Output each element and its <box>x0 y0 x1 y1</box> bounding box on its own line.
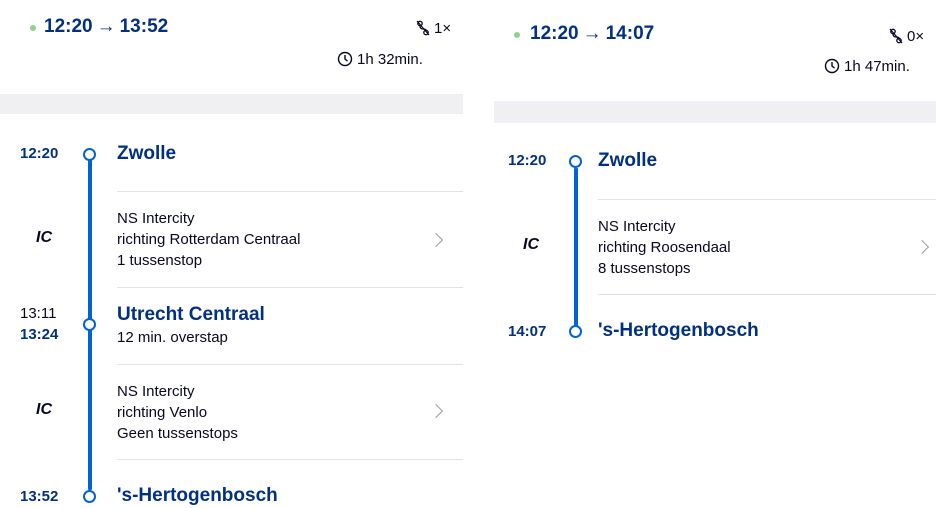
arrival-time: 13:52 <box>119 16 169 37</box>
stop-time: 14:07 <box>508 323 547 340</box>
station-name[interactable]: 's-Hertogenbosch <box>117 485 278 507</box>
leg-train: NS Intercity <box>117 383 195 400</box>
leg-direction: richting Rotterdam Centraal <box>117 231 301 248</box>
station-node-icon <box>83 318 96 331</box>
transfers-count: 1× <box>416 20 451 37</box>
duration-value: 1h 32min. <box>357 51 423 68</box>
leg-stops: 8 tussenstops <box>598 260 691 277</box>
station-name[interactable]: Zwolle <box>598 150 657 172</box>
trip-summary-times: 12:20 → 13:52 <box>44 16 168 38</box>
transfer-icon <box>889 28 903 44</box>
transfer-icon <box>416 20 430 36</box>
clock-icon <box>337 51 353 67</box>
station-name[interactable]: 's-Hertogenbosch <box>598 320 759 342</box>
arrival-time: 14:07 <box>605 23 655 44</box>
duration-value: 1h 47min. <box>844 58 910 75</box>
trip-option-left[interactable]: 12:20 → 13:52 1× 1h 32min. 12:20 Zwolle IC… <box>0 0 463 508</box>
train-type: IC <box>523 236 539 253</box>
station-node-icon <box>83 148 96 161</box>
station-node-icon <box>569 155 582 168</box>
trip-option-right[interactable]: 12:20 → 14:07 0× 1h 47min. 12:20 Zwolle IC… <box>494 0 936 508</box>
leg-stops: Geen tussenstops <box>117 425 238 442</box>
separator <box>598 199 936 200</box>
transfers-value: 0× <box>907 28 925 45</box>
chevron-right-icon[interactable] <box>914 239 930 255</box>
trip-duration: 1h 47min. <box>824 58 910 75</box>
transfers-value: 1× <box>434 20 452 37</box>
train-type: IC <box>36 229 52 246</box>
station-name[interactable]: Utrecht Centraal <box>117 304 265 326</box>
leg-stops: 1 tussenstop <box>117 252 203 269</box>
trip-summary-times: 12:20 → 14:07 <box>530 23 654 45</box>
section-divider <box>0 94 463 114</box>
leg-direction: richting Roosendaal <box>598 239 731 256</box>
section-divider <box>494 101 936 123</box>
trip-duration: 1h 32min. <box>337 51 423 68</box>
station-node-icon <box>83 490 96 503</box>
clock-icon <box>824 58 840 74</box>
transfers-count: 0× <box>889 28 924 45</box>
separator <box>117 287 463 288</box>
stop-time: 13:52 <box>20 488 59 505</box>
station-name[interactable]: Zwolle <box>117 143 176 165</box>
timeline-rail <box>574 168 578 333</box>
station-node-icon <box>569 325 582 338</box>
chevron-right-icon[interactable] <box>428 232 444 248</box>
status-dot <box>514 32 520 38</box>
transfer-note: 12 min. overstap <box>117 329 228 346</box>
separator <box>598 294 936 295</box>
status-dot <box>30 25 36 31</box>
arrow-right-icon: → <box>582 23 602 44</box>
stop-arrival-time: 13:11 <box>20 305 57 322</box>
separator <box>117 191 463 192</box>
chevron-right-icon[interactable] <box>428 403 444 419</box>
leg-train: NS Intercity <box>598 218 676 235</box>
departure-time: 12:20 <box>530 23 579 44</box>
train-type: IC <box>36 401 52 418</box>
departure-time: 12:20 <box>44 16 93 37</box>
stop-time: 12:20 <box>20 145 59 162</box>
separator <box>117 459 463 460</box>
leg-direction: richting Venlo <box>117 404 208 421</box>
arrow-right-icon: → <box>96 16 116 37</box>
stop-departure-time: 13:24 <box>20 326 59 343</box>
leg-train: NS Intercity <box>117 210 195 227</box>
separator <box>117 364 463 365</box>
stop-time: 12:20 <box>508 152 547 169</box>
